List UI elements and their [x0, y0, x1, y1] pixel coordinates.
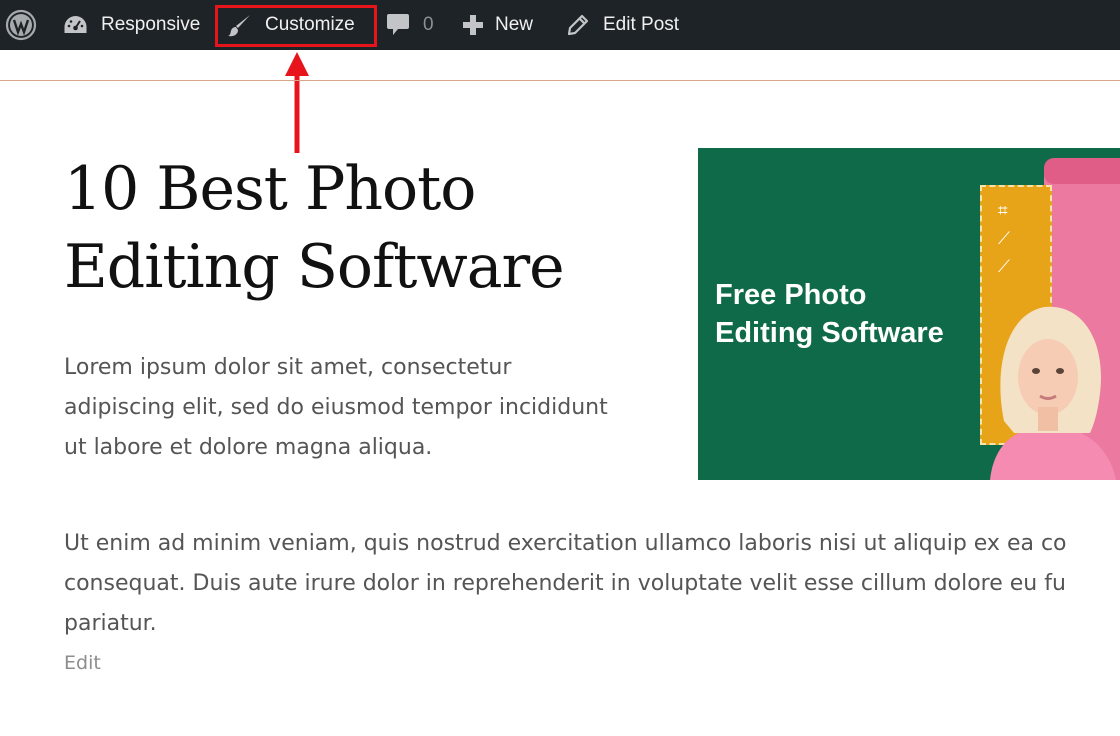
post-lead-paragraph: Lorem ipsum dolor sit amet, consectetur … [64, 348, 664, 468]
new-label: New [495, 14, 534, 35]
comment-icon [386, 12, 410, 38]
header-divider [0, 80, 1120, 81]
lead-line: Lorem ipsum dolor sit amet, consectetur [64, 355, 512, 380]
customize-highlight-box [215, 5, 377, 47]
crop-icon: ⌗ [998, 201, 1008, 221]
plus-icon [462, 14, 484, 36]
edit-post-link[interactable]: Edit Post [566, 0, 679, 50]
new-content-menu[interactable]: New [462, 0, 533, 50]
caption-line: Free Photo [715, 279, 867, 311]
portrait-photo [990, 306, 1116, 480]
admin-bar: Responsive Customize 0 New Edit Post [0, 0, 1120, 50]
post-title-line: 10 Best Photo [64, 154, 476, 224]
body-line: consequat. Duis aute irure dolor in repr… [64, 571, 1066, 596]
post-title-line: Editing Software [64, 232, 565, 302]
eyedropper-icon: ⟋ [998, 229, 1010, 249]
body-line: pariatur. [64, 611, 157, 636]
pencil-icon [566, 13, 590, 37]
featured-image: ⌗ ⟋ ⟋ Free Photo Editing Software [698, 148, 1120, 480]
edit-post-label: Edit Post [603, 14, 680, 35]
wordpress-icon [5, 9, 37, 41]
lead-line: ut labore et dolore magna aliqua. [64, 435, 433, 460]
wordpress-menu[interactable] [5, 0, 37, 50]
comments-count: 0 [423, 14, 434, 35]
comments-menu[interactable]: 0 [386, 0, 434, 50]
paper-roll [1044, 158, 1120, 184]
site-name-menu[interactable]: Responsive [62, 0, 200, 50]
lead-line: adipiscing elit, sed do eiusmod tempor i… [64, 395, 608, 420]
site-name-label: Responsive [101, 14, 201, 35]
brush-tool-icon: ⟋ [998, 257, 1010, 277]
annotation-arrow [285, 52, 309, 153]
edit-link[interactable]: Edit [64, 652, 101, 674]
caption-line: Editing Software [715, 317, 944, 349]
featured-image-caption: Free Photo Editing Software [715, 276, 944, 352]
post-body-paragraph: Ut enim ad minim veniam, quis nostrud ex… [64, 524, 1120, 644]
body-line: Ut enim ad minim veniam, quis nostrud ex… [64, 531, 1067, 556]
post-title: 10 Best Photo Editing Software [64, 150, 565, 306]
dashboard-icon [62, 13, 89, 37]
